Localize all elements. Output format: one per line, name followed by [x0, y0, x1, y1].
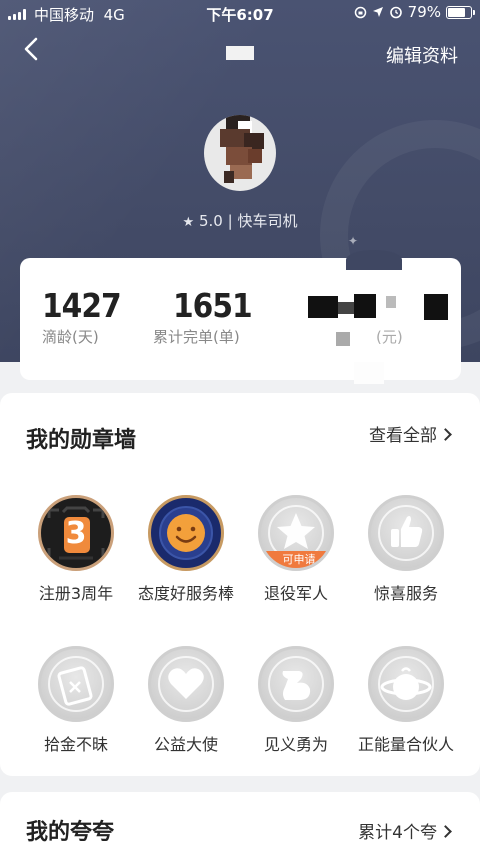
medal-item[interactable]: 惊喜服务: [351, 495, 461, 604]
medal-item[interactable]: 公益大使: [131, 646, 241, 755]
medal-item[interactable]: 可申请 退役军人: [241, 495, 351, 604]
status-icons: 79%: [354, 3, 475, 21]
medal-label: 惊喜服务: [373, 584, 438, 603]
muscle-medal-icon: [258, 646, 334, 722]
rating-separator: |: [227, 212, 233, 230]
thumbs-up-medal-icon: [368, 495, 444, 571]
planet-medal-icon: [368, 646, 444, 722]
driver-name-redacted: [226, 46, 254, 60]
chevron-right-icon: [439, 825, 452, 838]
medal-label: 正能量合伙人: [357, 735, 454, 754]
apply-tag: 可申请: [261, 551, 331, 568]
sparkle-icon: ✦: [348, 234, 359, 248]
medal-label: 态度好服务棒: [137, 584, 234, 603]
stat-days-value: 1427: [42, 286, 122, 325]
medal-label: 拾金不昧: [43, 735, 108, 754]
rating-value: 5.0: [198, 212, 223, 230]
chevron-left-icon: [24, 37, 38, 61]
praise-title: 我的夸夸: [26, 820, 115, 845]
driver-rating: ★ 5.0 | 快车司机: [0, 210, 480, 231]
medal-label: 公益大使: [153, 735, 218, 754]
medal-item[interactable]: 正能量合伙人: [351, 646, 461, 755]
praise-count-label: 累计4个夸: [358, 823, 437, 843]
stat-days-label: 滴龄(天): [42, 328, 99, 346]
view-all-button[interactable]: 查看全部: [369, 421, 452, 446]
medal-label: 注册3周年: [38, 584, 114, 603]
star-icon: ★: [182, 215, 195, 230]
badge-wall-title: 我的勋章墙: [26, 428, 137, 453]
rotation-lock-icon: [354, 6, 366, 18]
avatar[interactable]: [204, 115, 276, 191]
edit-profile-button[interactable]: 编辑资料: [386, 42, 458, 68]
heart-medal-icon: [148, 646, 224, 722]
stat-income-label: (元): [376, 328, 403, 346]
praise-count-button[interactable]: 累计4个夸: [358, 818, 452, 843]
three-year-medal-icon: 3: [38, 495, 114, 571]
battery-percent: 79%: [407, 3, 441, 21]
chevron-right-icon: [439, 428, 452, 441]
medal-item[interactable]: 拾金不昧: [21, 646, 131, 755]
badge-wall-card: 我的勋章墙 查看全部 3 注册3周年 态度好服务棒 可申请 退役军人 惊喜服务 …: [0, 393, 480, 776]
medal-item[interactable]: 见义勇为: [241, 646, 351, 755]
medal-number: 3: [65, 516, 87, 551]
status-bar: 中国移动 4G 下午6:07 79%: [0, 0, 480, 28]
stat-orders-label: 累计完单(单): [153, 328, 240, 346]
medal-item[interactable]: 态度好服务棒: [131, 495, 241, 604]
battery-icon: [446, 5, 475, 19]
driver-role: 快车司机: [237, 212, 298, 230]
medal-label: 退役军人: [263, 584, 328, 603]
praise-card: 我的夸夸 累计4个夸: [0, 792, 480, 854]
smile-medal-icon: [148, 495, 224, 571]
alarm-icon: [389, 6, 402, 19]
medal-item[interactable]: 3 注册3周年: [21, 495, 131, 604]
stat-orders-value: 1651: [173, 286, 253, 325]
wallet-medal-icon: [38, 646, 114, 722]
back-button[interactable]: [22, 36, 52, 72]
star-medal-icon: 可申请: [258, 495, 334, 571]
location-icon: [372, 7, 383, 17]
view-all-label: 查看全部: [369, 426, 437, 446]
medal-label: 见义勇为: [263, 735, 328, 754]
stats-card: 1427 滴龄(天) 1651 累计完单(单) (元): [20, 250, 461, 384]
